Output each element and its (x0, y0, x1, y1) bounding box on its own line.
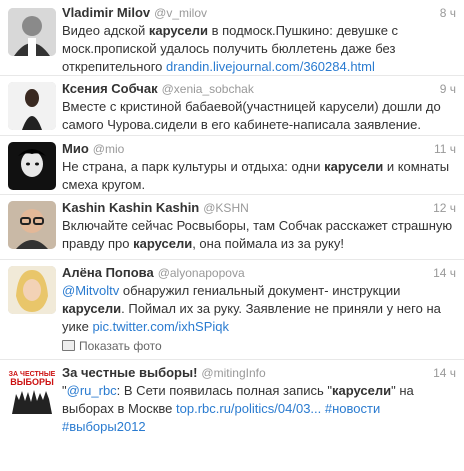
author-handle[interactable]: @alyonapopova (158, 266, 245, 280)
timestamp[interactable]: 14 ч (433, 364, 456, 382)
tweet[interactable]: ЗА ЧЕСТНЫЕ ВЫБОРЫ За честные выборы! @mit… (0, 360, 464, 471)
avatar[interactable] (8, 201, 56, 249)
author-handle[interactable]: @KSHN (203, 201, 249, 215)
mention-link[interactable]: @ru_rbc (67, 383, 117, 398)
tweet-text: "@ru_rbc: В Сети появилась полная запись… (62, 383, 414, 434)
avatar[interactable] (8, 142, 56, 190)
author-name[interactable]: Мио (62, 141, 89, 156)
tweet[interactable]: Kashin Kashin Kashin @KSHN 12 ч Включайте… (0, 195, 464, 260)
tweet[interactable]: Vladimir Milov @v_milov 8 ч Видео адской … (0, 0, 464, 76)
author-handle[interactable]: @mitingInfo (201, 366, 265, 380)
timestamp[interactable]: 12 ч (433, 199, 456, 217)
tweet-text: Вместе с кристиной бабаевой(участницей к… (62, 99, 441, 132)
tweet-text: Не страна, а парк культуры и отдыха: одн… (62, 159, 450, 192)
avatar[interactable]: ЗА ЧЕСТНЫЕ ВЫБОРЫ (8, 366, 56, 414)
tweet-feed: Vladimir Milov @v_milov 8 ч Видео адской … (0, 0, 464, 471)
tweet-text: Включайте сейчас Росвыборы, там Собчак р… (62, 218, 453, 251)
hashtag-link[interactable]: #новости (325, 401, 380, 416)
mention-link[interactable]: @Mitvoltv (62, 283, 119, 298)
author-name[interactable]: Ксения Собчак (62, 81, 158, 96)
tweet-link[interactable]: top.rbc.ru/politics/04/03... (176, 401, 321, 416)
tweet-text: @Mitvoltv обнаружил гениальный документ-… (62, 283, 441, 334)
tweet[interactable]: Мио @mio 11 ч Не страна, а парк культуры … (0, 136, 464, 195)
tweet[interactable]: Ксения Собчак @xenia_sobchak 9 ч Вместе с… (0, 76, 464, 136)
photo-icon (62, 340, 75, 351)
author-name[interactable]: Vladimir Milov (62, 5, 150, 20)
avatar[interactable] (8, 8, 56, 56)
author-name[interactable]: Алёна Попова (62, 265, 154, 280)
timestamp[interactable]: 8 ч (440, 4, 456, 22)
tweet-link[interactable]: pic.twitter.com/ixhSPiqk (92, 319, 229, 334)
show-photo-link[interactable]: Показать фото (62, 338, 458, 354)
tweet[interactable]: Алёна Попова @alyonapopova 14 ч @Mitvoltv… (0, 260, 464, 360)
avatar-text-line2: ВЫБОРЫ (10, 377, 54, 387)
timestamp[interactable]: 11 ч (434, 140, 456, 158)
timestamp[interactable]: 14 ч (433, 264, 456, 282)
hashtag-link[interactable]: #выборы2012 (62, 419, 146, 434)
author-handle[interactable]: @mio (93, 142, 125, 156)
avatar[interactable] (8, 82, 56, 130)
timestamp[interactable]: 9 ч (440, 80, 456, 98)
author-name[interactable]: Kashin Kashin Kashin (62, 200, 199, 215)
author-name[interactable]: За честные выборы! (62, 365, 197, 380)
tweet-text: Видео адской карусели в подмоск.Пушкино:… (62, 23, 399, 74)
avatar[interactable] (8, 266, 56, 314)
author-handle[interactable]: @xenia_sobchak (162, 82, 254, 96)
author-handle[interactable]: @v_milov (154, 6, 207, 20)
tweet-link[interactable]: drandin.livejournal.com/360284.html (166, 59, 375, 74)
